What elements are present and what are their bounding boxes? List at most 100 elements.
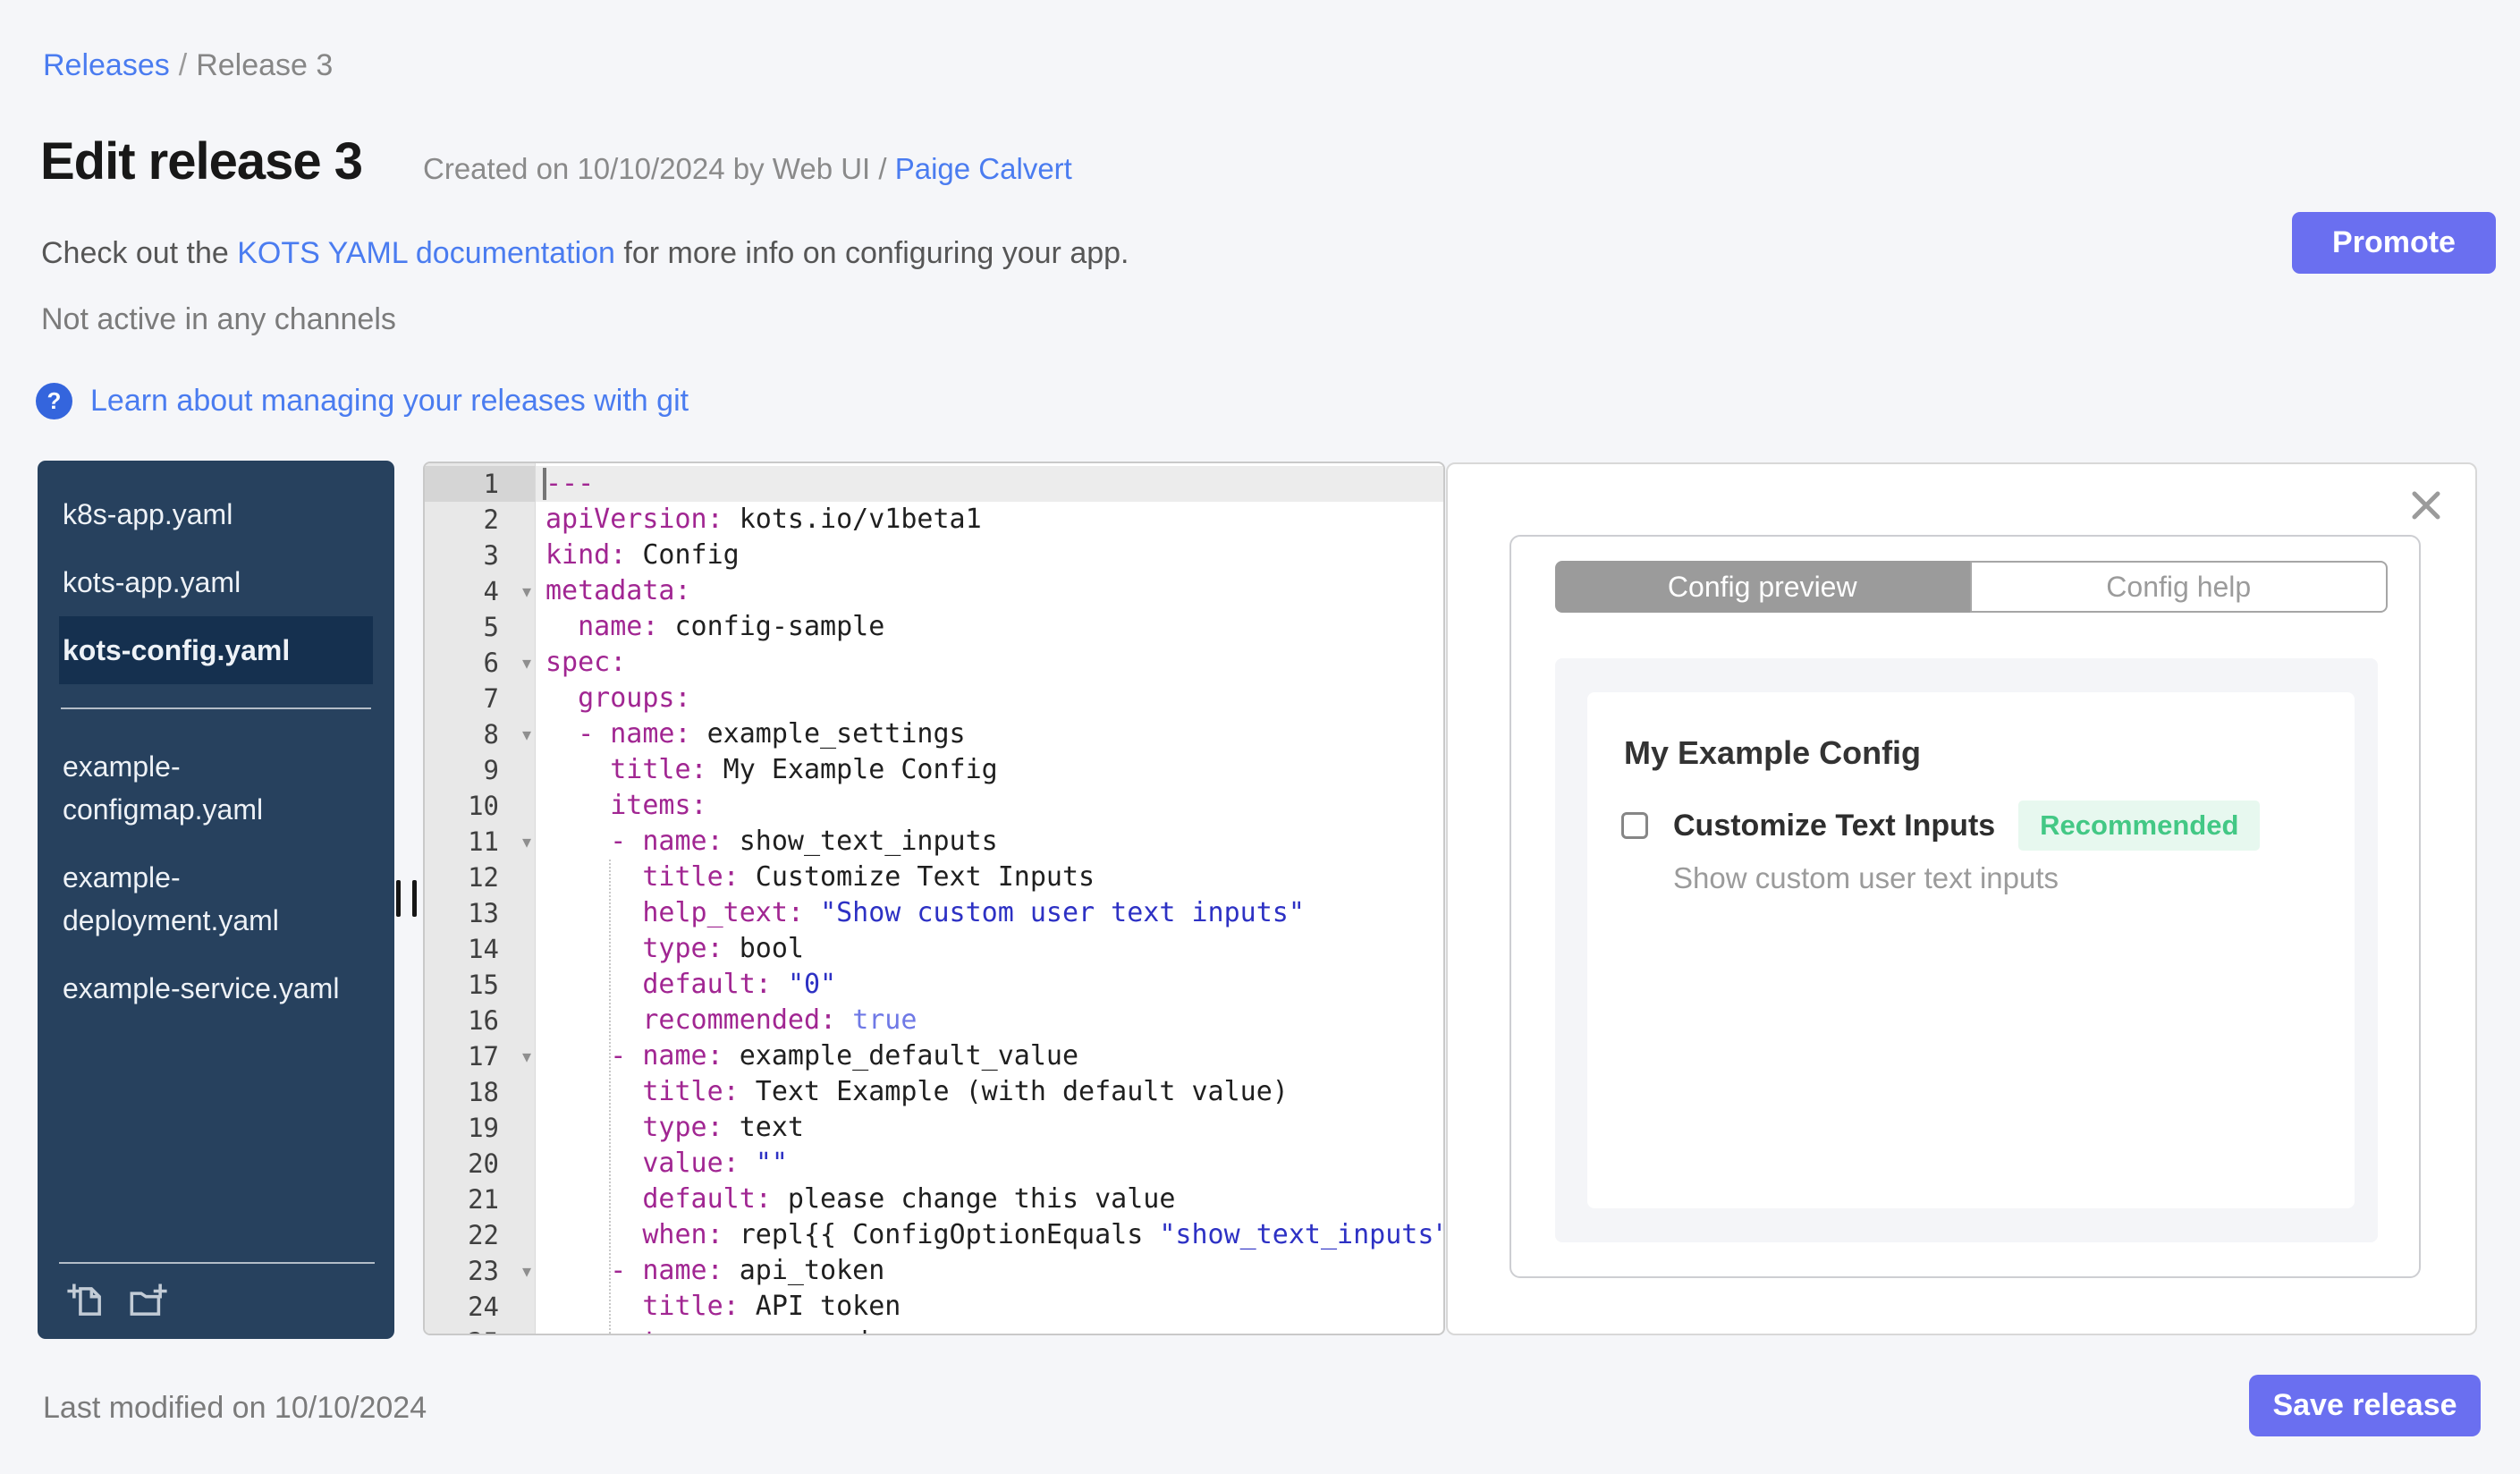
git-help-link[interactable]: Learn about managing your releases with … <box>90 384 689 419</box>
code-line[interactable]: spec: <box>536 645 1443 681</box>
channel-status: Not active in any channels <box>41 302 396 336</box>
question-mark-icon: ? <box>36 383 72 419</box>
editor-gutter: 1 2 3 4 ▾ 5 6 ▾ 7 8 ▾ 9 10 11 ▾ 12 13 14 15 16 17 ▾ 18 19 20 21 22… <box>425 463 536 1334</box>
file-tree-item-kots-app.yaml[interactable]: kots-app.yaml <box>59 548 373 616</box>
line-number: 24 <box>468 1292 499 1322</box>
config-preview-panel: Config preview Config help My Example Con… <box>1446 462 2477 1335</box>
line-number: 9 <box>483 755 499 785</box>
page-title: Edit release 3 <box>40 132 363 191</box>
line-number: 8 ▾ <box>425 716 535 752</box>
config-item-row: Customize Text Inputs Recommended <box>1621 800 2261 851</box>
code-line[interactable]: title: My Example Config <box>536 752 1443 788</box>
code-line[interactable]: - name: example_default_value <box>536 1038 1443 1074</box>
line-number: 5 <box>483 612 499 642</box>
code-line[interactable]: type: bool <box>536 931 1443 967</box>
breadcrumb-current: Release 3 <box>196 48 334 82</box>
config-item-checkbox[interactable] <box>1621 812 1648 839</box>
line-number: 16 <box>468 1005 499 1036</box>
code-line[interactable]: title: Customize Text Inputs <box>536 860 1443 895</box>
config-form-card: My Example Config Customize Text Inputs … <box>1587 692 2355 1208</box>
code-line[interactable]: metadata: <box>536 573 1443 609</box>
line-number: 7 <box>483 683 499 714</box>
tab-config-help[interactable]: Config help <box>1969 561 2388 613</box>
code-line[interactable]: - name: example_settings <box>536 716 1443 752</box>
sidebar-editor-splitter[interactable] <box>396 880 417 917</box>
code-line[interactable]: when: repl{{ ConfigOptionEquals "show_te… <box>536 1217 1443 1253</box>
add-folder-icon[interactable] <box>127 1281 168 1322</box>
file-tree-item-k8s-app.yaml[interactable]: k8s-app.yaml <box>59 480 373 548</box>
promote-button[interactable]: Promote <box>2292 212 2496 274</box>
line-number: 25 <box>425 1325 535 1334</box>
line-number: 17 ▾ <box>425 1038 535 1074</box>
code-line[interactable]: default: "0" <box>536 967 1443 1003</box>
fold-arrow-icon[interactable]: ▾ <box>522 1038 531 1074</box>
code-line[interactable]: recommended: true <box>536 1003 1443 1038</box>
line-number: 3 <box>483 540 499 571</box>
tab-config-preview[interactable]: Config preview <box>1555 561 1970 613</box>
file-tree-item-example-deployment.yaml[interactable]: example-deployment.yaml <box>59 843 373 954</box>
code-line[interactable]: groups: <box>536 681 1443 716</box>
file-tree-actions <box>59 1262 375 1339</box>
file-list-divider <box>61 707 371 709</box>
line-number: 13 <box>468 898 499 928</box>
fold-arrow-icon[interactable]: ▾ <box>522 824 531 860</box>
preview-card: Config preview Config help My Example Con… <box>1509 535 2421 1278</box>
preview-tabs: Config preview Config help <box>1555 561 2388 613</box>
file-tree-item-kots-config.yaml[interactable]: kots-config.yaml <box>59 616 373 684</box>
text-cursor <box>543 468 546 500</box>
line-number: 10 <box>468 791 499 821</box>
author-link[interactable]: Paige Calvert <box>895 152 1072 185</box>
line-number: 11 ▾ <box>425 824 535 860</box>
close-icon[interactable] <box>2410 489 2442 521</box>
code-line[interactable]: title: API token <box>536 1289 1443 1325</box>
save-release-button[interactable]: Save release <box>2249 1375 2481 1436</box>
code-line[interactable]: type: text <box>536 1110 1443 1146</box>
docs-note-suffix: for more info on configuring your app. <box>614 236 1129 270</box>
fold-arrow-icon[interactable]: ▾ <box>522 573 531 609</box>
code-line[interactable]: title: Text Example (with default value) <box>536 1074 1443 1110</box>
indent-guide <box>609 860 611 1334</box>
code-line[interactable]: default: please change this value <box>536 1182 1443 1217</box>
docs-note: Check out the KOTS YAML documentation fo… <box>41 234 1129 272</box>
code-line[interactable]: value: "" <box>536 1146 1443 1182</box>
fold-arrow-icon[interactable]: ▾ <box>522 645 531 681</box>
docs-note-prefix: Check out the <box>41 236 238 270</box>
code-line[interactable]: name: config-sample <box>536 609 1443 645</box>
code-line[interactable]: kind: Config <box>536 538 1443 573</box>
release-editor-page: Releases / Release 3 Edit release 3 Create… <box>0 0 2520 1474</box>
file-tree-item-example-configmap.yaml[interactable]: example-configmap.yaml <box>59 733 373 843</box>
code-line[interactable]: help_text: "Show custom user text inputs… <box>536 895 1443 931</box>
code-line[interactable]: type: password <box>536 1325 1443 1334</box>
yaml-code-editor[interactable]: 1 2 3 4 ▾ 5 6 ▾ 7 8 ▾ 9 10 11 ▾ 12 13 14 15 16 17 ▾ 18 19 20 21 22… <box>423 462 1445 1335</box>
code-line[interactable]: apiVersion: kots.io/v1beta1 <box>536 502 1443 538</box>
git-help-row: ? Learn about managing your releases wit… <box>36 383 689 419</box>
config-group-title: My Example Config <box>1624 734 1922 771</box>
breadcrumb-separator: / <box>178 48 188 82</box>
add-file-icon[interactable] <box>66 1281 107 1322</box>
line-number: 6 ▾ <box>425 645 535 681</box>
line-number: 23 ▾ <box>425 1253 535 1289</box>
file-tree-item-example-service.yaml[interactable]: example-service.yaml <box>59 954 373 1022</box>
fold-arrow-icon[interactable]: ▾ <box>522 716 531 752</box>
created-text: Created on 10/10/2024 by Web UI / <box>423 152 895 185</box>
code-line[interactable]: - name: show_text_inputs <box>536 824 1443 860</box>
last-modified-text: Last modified on 10/10/2024 <box>43 1391 427 1425</box>
config-item-help-text: Show custom user text inputs <box>1673 861 2059 894</box>
code-line[interactable]: --- <box>536 466 1443 502</box>
line-number: 14 <box>468 934 499 964</box>
preview-viewport: My Example Config Customize Text Inputs … <box>1555 658 2378 1242</box>
line-number: 12 <box>468 862 499 893</box>
editor-code[interactable]: --- apiVersion: kots.io/v1beta1 kind: Conf… <box>536 463 1443 1334</box>
config-item-label: Customize Text Inputs <box>1673 808 1996 843</box>
code-line[interactable]: items: <box>536 788 1443 824</box>
line-number: 4 ▾ <box>425 573 535 609</box>
line-number: 15 <box>468 970 499 1000</box>
splitter-bar <box>396 880 401 917</box>
breadcrumb: Releases / Release 3 <box>43 47 333 84</box>
line-number: 19 <box>468 1113 499 1143</box>
code-line[interactable]: - name: api_token <box>536 1253 1443 1289</box>
kots-yaml-docs-link[interactable]: KOTS YAML documentation <box>237 236 615 270</box>
breadcrumb-releases-link[interactable]: Releases <box>43 48 170 82</box>
fold-arrow-icon[interactable]: ▾ <box>522 1253 531 1289</box>
splitter-bar <box>412 880 417 917</box>
